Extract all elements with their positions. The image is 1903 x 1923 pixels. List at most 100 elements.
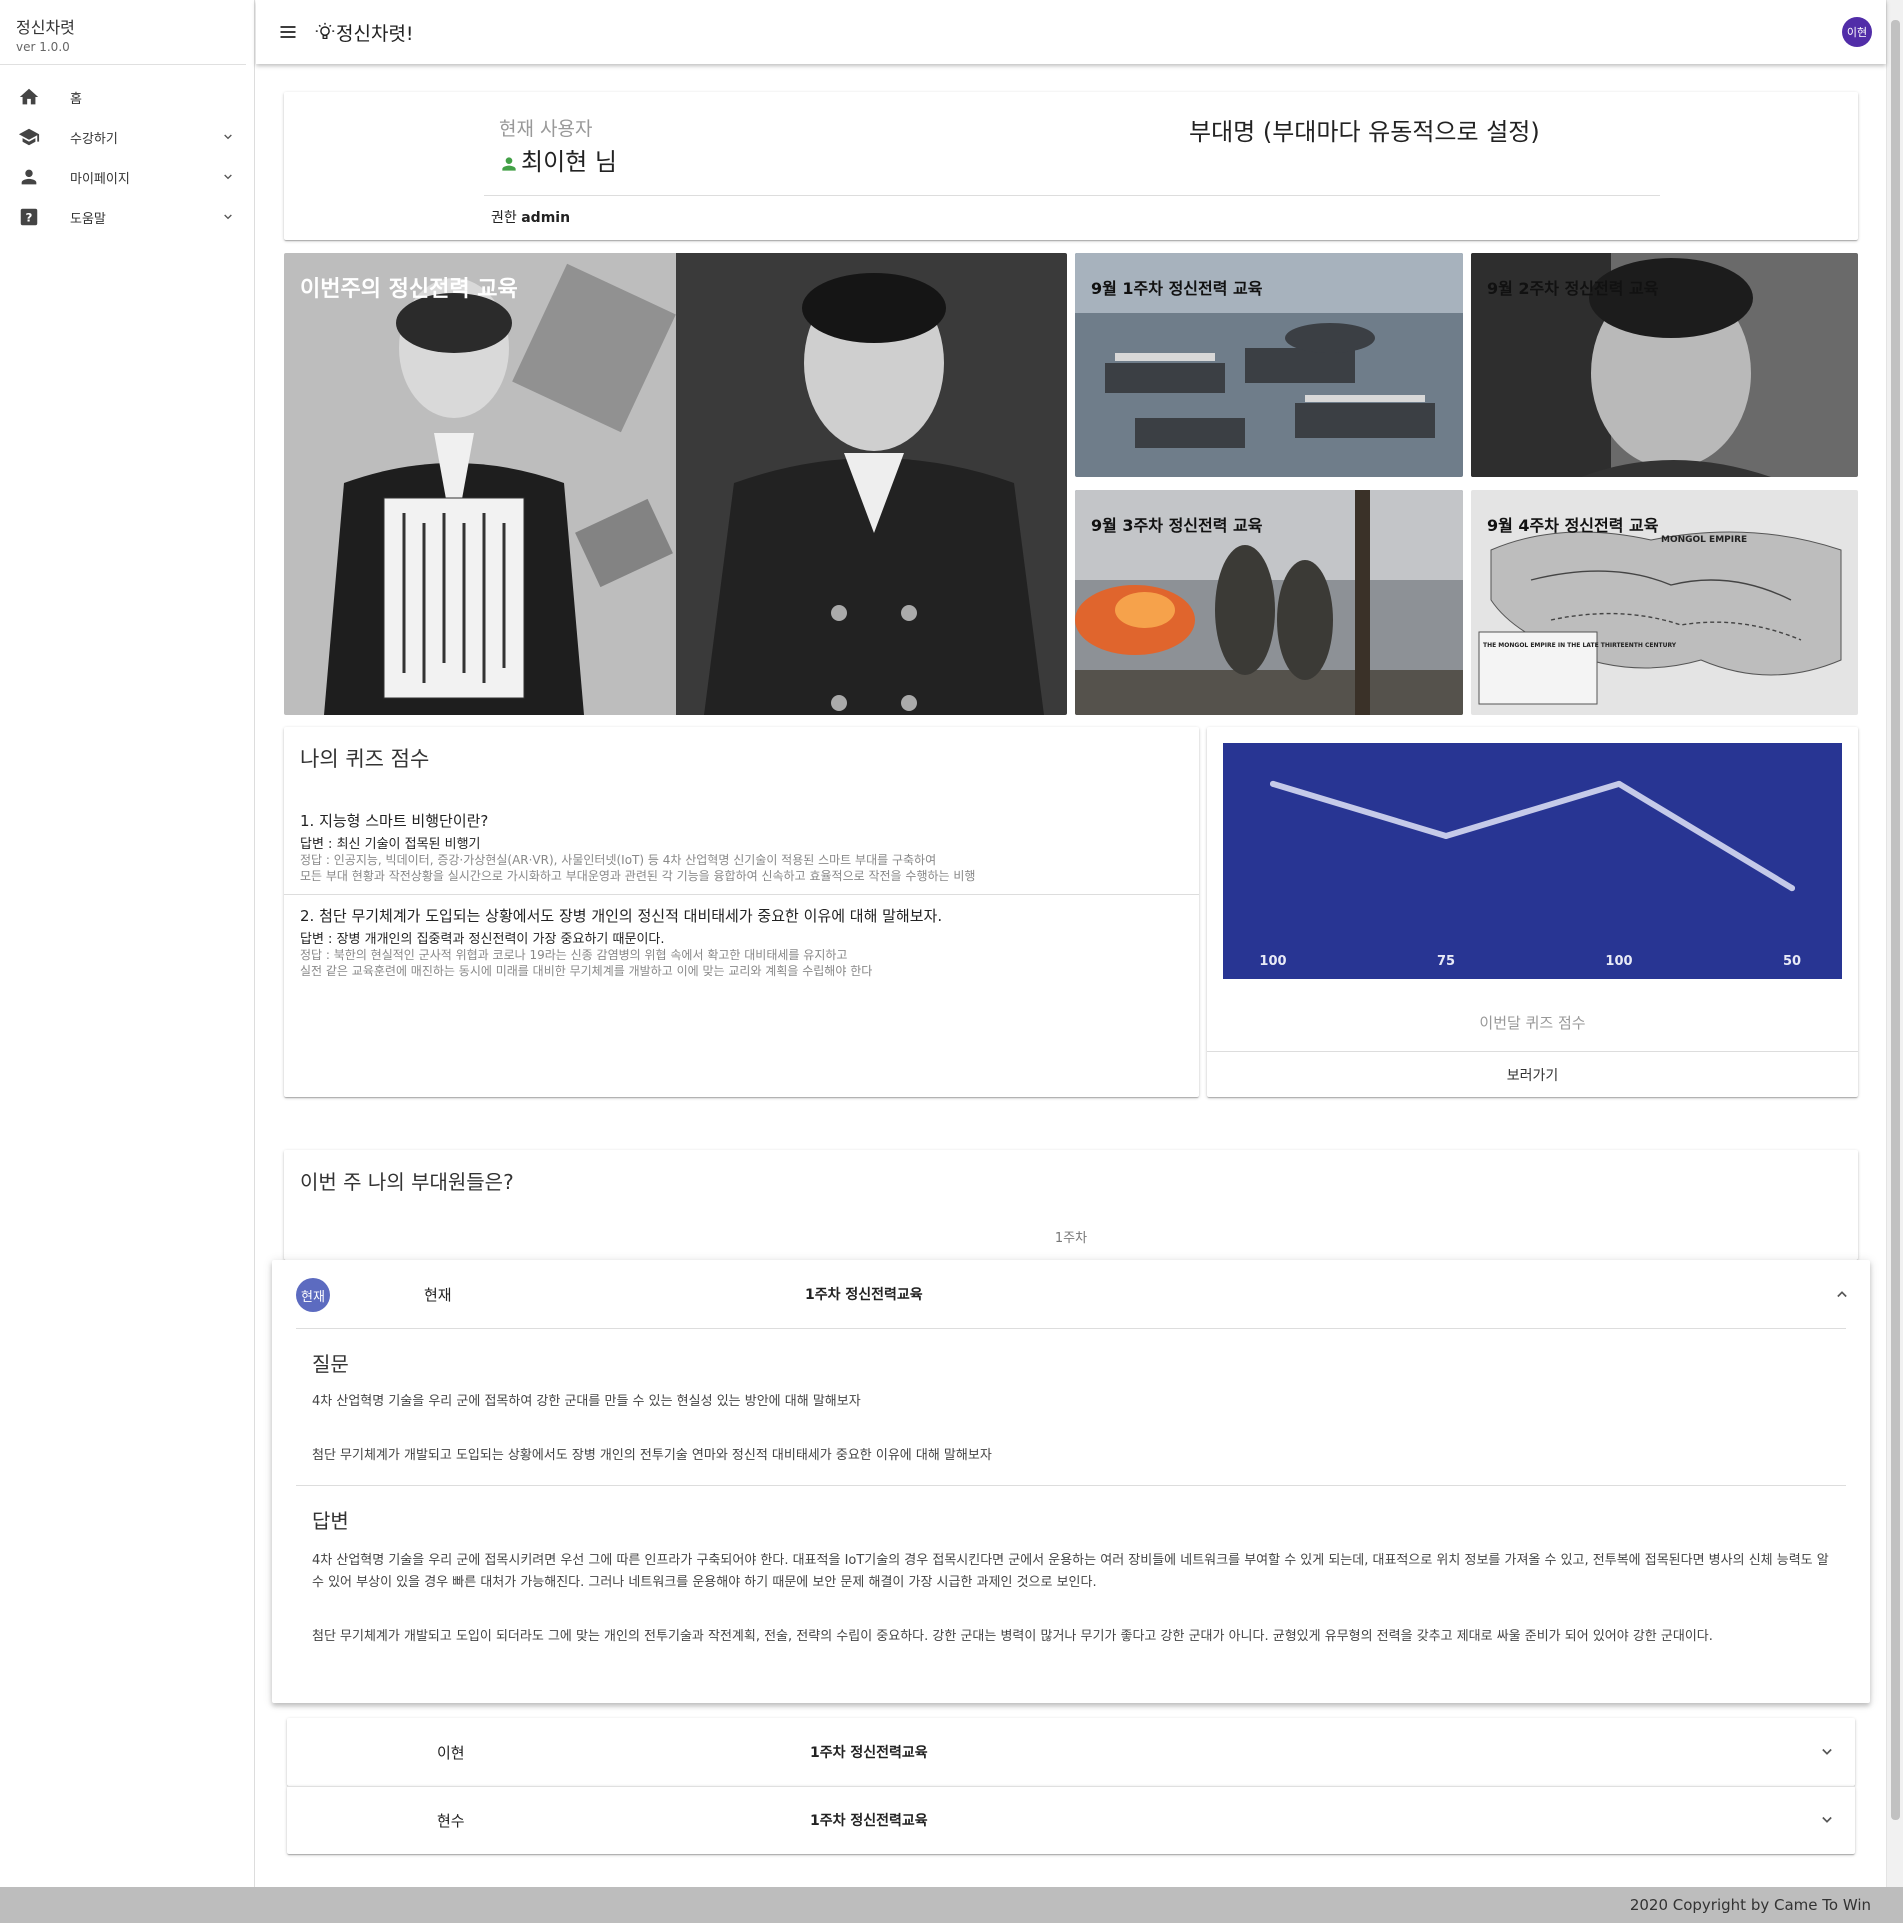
answer-heading: 답변	[312, 1509, 349, 1533]
portrait-photos-image	[284, 253, 1067, 715]
page-scrollbar[interactable]	[1886, 0, 1903, 1887]
question-heading: 질문	[312, 1352, 349, 1376]
view-more-button[interactable]: 보러가기	[1207, 1052, 1858, 1097]
tile-week-1[interactable]: 9월 1주차 정신전력 교육	[1075, 253, 1463, 477]
user-avatar[interactable]: 이현	[1842, 17, 1872, 47]
member-course: 1주차 정신전력교육	[805, 1287, 923, 1303]
divider	[287, 1786, 1855, 1787]
chevron-up-icon[interactable]	[1832, 1284, 1852, 1304]
member-panel-expanded: 현재 현재 1주차 정신전력교육 질문 4차 산업혁명 기술을 우리 군에 접목…	[272, 1260, 1870, 1703]
chart-caption: 이번달 퀴즈 점수	[1479, 1014, 1586, 1032]
tile-title: 9월 2주차 정신전력 교육	[1487, 279, 1659, 298]
series-line	[1270, 780, 1795, 892]
quiz-solution: 실전 같은 교육훈련에 매진하는 동시에 미래를 대비한 무기체계를 개발하고 …	[300, 964, 873, 978]
question-text: 첨단 무기체계가 개발되고 도입되는 상황에서도 장병 개인의 전투기술 연마와…	[312, 1448, 992, 1463]
line-chart: 100 75 100 50	[1259, 780, 1801, 969]
data-point	[1270, 780, 1276, 787]
map-legend-title: THE MONGOL EMPIRE IN THE LATE THIRTEENTH…	[1483, 642, 1677, 649]
current-user-name: 최이현 님	[499, 142, 617, 177]
footer: 2020 Copyright by Came To Win	[0, 1887, 1903, 1923]
unit-name: 부대명 (부대마다 유동적으로 설정)	[1189, 118, 1540, 146]
chevron-down-icon[interactable]	[1817, 1742, 1837, 1762]
sidebar-title: 정신차렷	[16, 18, 75, 37]
scrollbar-thumb[interactable]	[1891, 20, 1900, 1820]
sidebar-item-label: 홈	[70, 91, 82, 107]
member-avatar: 현재	[296, 1278, 330, 1312]
members-card: 이번 주 나의 부대원들은? 1주차	[284, 1150, 1858, 1260]
top-app-bar: 정신차렷! 이현	[256, 0, 1886, 64]
data-point	[1789, 885, 1795, 892]
tile-title: 이번주의 정신전력 교육	[300, 277, 518, 302]
week-label: 1주차	[1054, 1231, 1088, 1246]
tile-this-week[interactable]: 이번주의 정신전력 교육	[284, 253, 1067, 715]
tile-title: 9월 3주차 정신전력 교육	[1091, 516, 1263, 535]
member-course: 1주차 정신전력교육	[810, 1745, 928, 1761]
current-user-label: 현재 사용자	[499, 118, 593, 140]
quiz-chart-card: 100 75 100 50 이번달 퀴즈 점수 보러가기	[1207, 727, 1858, 1097]
divider	[296, 1485, 1846, 1486]
member-name: 이현	[437, 1744, 465, 1762]
data-point	[1616, 780, 1622, 787]
sidebar-item-label: 수강하기	[70, 131, 118, 147]
tile-title: 9월 4주차 정신전력 교육	[1487, 516, 1659, 535]
tile-week-3[interactable]: 9월 3주차 정신전력 교육	[1075, 490, 1463, 715]
divider	[296, 1328, 1846, 1329]
chevron-down-icon[interactable]	[1817, 1810, 1837, 1830]
members-title: 이번 주 나의 부대원들은?	[300, 1170, 514, 1194]
member-name: 현수	[437, 1812, 465, 1830]
user-name-text: 최이현 님	[521, 148, 617, 176]
member-course: 1주차 정신전력교육	[810, 1813, 928, 1829]
person-icon	[502, 156, 516, 171]
question-text: 4차 산업혁명 기술을 우리 군에 접목하여 강한 군대를 만들 수 있는 현실…	[312, 1394, 861, 1409]
quiz-card-title: 나의 퀴즈 점수	[300, 747, 430, 771]
data-point	[1443, 833, 1449, 839]
lightbulb-icon	[315, 22, 335, 40]
app-title: 정신차렷!	[336, 22, 414, 45]
tile-week-2[interactable]: 9월 2주차 정신전력 교육	[1471, 253, 1858, 477]
data-label: 50	[1783, 954, 1801, 969]
data-label: 100	[1259, 954, 1286, 969]
data-label: 75	[1437, 954, 1455, 969]
person-icon	[18, 166, 40, 188]
chevron-down-icon	[224, 174, 232, 180]
quiz-score-card: 나의 퀴즈 점수 1. 지능형 스마트 비행단이란? 답변 : 최신 기술이 접…	[284, 727, 1199, 1097]
divider	[284, 894, 1199, 895]
chevron-down-icon	[224, 134, 232, 140]
tile-title: 9월 1주차 정신전력 교육	[1091, 279, 1263, 298]
school-icon	[18, 126, 40, 148]
chevron-down-icon	[224, 214, 232, 220]
quiz-answer: 답변 : 장병 개개인의 집중력과 정신전력이 가장 중요하기 때문이다.	[300, 932, 665, 947]
answer-text: 4차 산업혁명 기술을 우리 군에 접목시키려면 우선 그에 따른 인프라가 구…	[312, 1553, 1829, 1590]
svg-text:?: ?	[26, 211, 33, 225]
member-panel[interactable]: 이현 1주차 정신전력교육	[287, 1718, 1855, 1786]
app-logo[interactable]: 정신차렷!	[314, 19, 414, 46]
user-info-card: 현재 사용자 최이현 님 부대명 (부대마다 유동적으로 설정) 권한 admi…	[284, 92, 1858, 240]
quiz-answer: 답변 : 최신 기술이 접목된 비행기	[300, 837, 481, 852]
sidebar-item-mypage[interactable]: 마이페이지	[0, 157, 254, 197]
member-panel[interactable]: 현수 1주차 정신전력교육	[287, 1786, 1855, 1854]
panel-header[interactable]: 현재 현재 1주차 정신전력교육	[272, 1260, 1870, 1328]
data-label: 100	[1605, 954, 1632, 969]
sidebar-item-courses[interactable]: 수강하기	[0, 117, 254, 157]
quiz-solution: 정답 : 인공지능, 빅데이터, 증강·가상현실(AR·VR), 사물인터넷(I…	[300, 853, 937, 867]
sidebar-item-label: 마이페이지	[70, 171, 130, 187]
sidebar-version: ver 1.0.0	[16, 40, 70, 54]
hamburger-icon	[280, 26, 296, 38]
quiz-item: 2. 첨단 무기체계가 도입되는 상황에서도 장병 개인의 정신적 대비태세가 …	[300, 905, 1183, 979]
help-icon: ?	[18, 206, 40, 228]
sidebar-nav: 홈 수강하기 마이페이지 ? 도움말	[0, 77, 254, 237]
sidebar-item-help[interactable]: ? 도움말	[0, 197, 254, 237]
app-root: 정신차렷 ver 1.0.0 홈 수강하기 마이페이지 ? 도움말 정신차렷! …	[0, 0, 1903, 1923]
home-icon	[18, 86, 40, 108]
tile-week-4[interactable]: MONGOL EMPIRE THE MONGOL EMPIRE IN THE L…	[1471, 490, 1858, 715]
answer-text: 첨단 무기체계가 개발되고 도입이 되더라도 그에 맞는 개인의 전투기술과 작…	[312, 1629, 1713, 1644]
role-label: 권한	[491, 210, 517, 226]
quiz-solution: 모든 부대 현황과 작전상황을 실시간으로 가시화하고 부대운영과 관련된 각 …	[300, 869, 976, 883]
map-label: MONGOL EMPIRE	[1661, 535, 1747, 545]
quiz-score-chart: 100 75 100 50	[1223, 743, 1842, 979]
sidebar-brand: 정신차렷 ver 1.0.0	[0, 0, 246, 65]
member-name: 현재	[424, 1286, 452, 1304]
sidebar-item-home[interactable]: 홈	[0, 77, 254, 117]
menu-button[interactable]	[270, 14, 306, 50]
user-role: 권한 admin	[491, 207, 570, 227]
